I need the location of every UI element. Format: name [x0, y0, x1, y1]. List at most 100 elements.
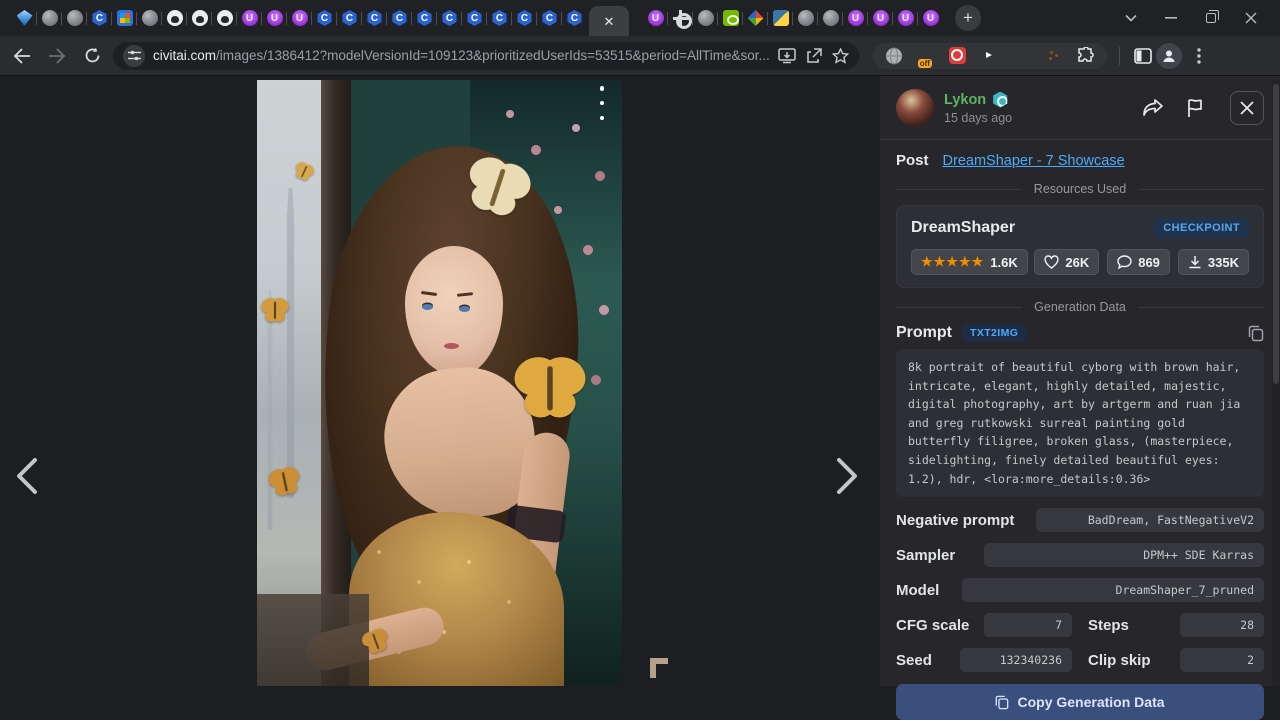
- browser-tab-civitai[interactable]: [487, 4, 512, 32]
- likes-pill[interactable]: 26K: [1034, 249, 1099, 275]
- clip-skip-value[interactable]: 2: [1180, 648, 1264, 672]
- copy-generation-data-button[interactable]: Copy Generation Data: [896, 684, 1264, 720]
- url-text[interactable]: civitai.com/images/1386412?modelVersionI…: [153, 48, 770, 63]
- rating-pill[interactable]: ★★★★★ 1.6K: [911, 249, 1028, 275]
- ultra-favicon-icon: [648, 10, 664, 26]
- browser-tab-ultra[interactable]: [918, 4, 943, 32]
- close-panel-button[interactable]: [1230, 91, 1264, 125]
- reload-button[interactable]: [79, 43, 105, 69]
- browser-tab-ultra[interactable]: [893, 4, 918, 32]
- user-avatar[interactable]: [896, 89, 934, 127]
- forward-button[interactable]: [44, 43, 70, 69]
- active-tab[interactable]: ✕: [589, 6, 629, 36]
- browser-tab-civitai[interactable]: [562, 4, 587, 32]
- panel-scrollbar[interactable]: [1272, 80, 1280, 686]
- browser-tab-civitai[interactable]: [512, 4, 537, 32]
- browser-tab-github[interactable]: [187, 4, 212, 32]
- browser-tab-github[interactable]: [162, 4, 187, 32]
- browser-tab-civitai[interactable]: [337, 4, 362, 32]
- minimize-button[interactable]: [1164, 11, 1178, 25]
- github-favicon-icon: [167, 10, 183, 26]
- extensions-puzzle-icon[interactable]: [1077, 47, 1095, 65]
- browser-tab-ultra[interactable]: [643, 4, 668, 32]
- browser-tab-github[interactable]: [212, 4, 237, 32]
- post-link[interactable]: DreamShaper - 7 Showcase: [943, 153, 1125, 169]
- image-options-kebab-icon[interactable]: [595, 86, 609, 120]
- copy-prompt-icon[interactable]: [1248, 325, 1264, 342]
- generated-image[interactable]: [257, 80, 622, 686]
- model-row: Model DreamShaper_7_pruned: [896, 578, 1264, 602]
- browser-tab-civitai[interactable]: [387, 4, 412, 32]
- browser-tab-globe[interactable]: [137, 4, 162, 32]
- browser-tab-globe[interactable]: [693, 4, 718, 32]
- browser-tab-python[interactable]: [768, 4, 793, 32]
- gear-favicon-icon: [673, 10, 689, 26]
- browser-tab-civitai[interactable]: [437, 4, 462, 32]
- browser-tab-globe[interactable]: [37, 4, 62, 32]
- restore-button[interactable]: [1204, 11, 1218, 25]
- share-icon[interactable]: [806, 48, 822, 64]
- browser-tab-ultra[interactable]: [843, 4, 868, 32]
- resource-card[interactable]: DreamShaper CHECKPOINT ★★★★★ 1.6K 26K 86…: [896, 205, 1264, 288]
- profile-avatar-button[interactable]: [1156, 43, 1182, 69]
- browser-tab-gem[interactable]: [12, 4, 37, 32]
- red-o-extension-icon[interactable]: [949, 47, 967, 65]
- username-link[interactable]: Lykon: [944, 92, 986, 108]
- tab-search-chevron-icon[interactable]: [1124, 11, 1138, 25]
- browser-tab-nvidia[interactable]: [718, 4, 743, 32]
- browser-tab-diamond[interactable]: [743, 4, 768, 32]
- browser-tab-globe[interactable]: [793, 4, 818, 32]
- browser-tab-civitai[interactable]: [87, 4, 112, 32]
- image-viewer-area: [0, 76, 880, 686]
- browser-tab-civitai[interactable]: [412, 4, 437, 32]
- browser-tab-ultra[interactable]: [287, 4, 312, 32]
- resource-name[interactable]: DreamShaper: [911, 219, 1015, 237]
- model-value[interactable]: DreamShaper_7_pruned: [962, 578, 1264, 602]
- butterfly-large: [509, 352, 591, 428]
- bookmark-star-icon[interactable]: [832, 48, 849, 64]
- browser-menu-kebab-icon[interactable]: [1186, 43, 1212, 69]
- report-flag-icon[interactable]: [1182, 95, 1208, 121]
- comments-pill[interactable]: 869: [1107, 249, 1170, 275]
- steps-value[interactable]: 28: [1180, 613, 1264, 637]
- gem-extension-icon[interactable]: [1013, 47, 1031, 65]
- browser-tab-store[interactable]: [112, 4, 137, 32]
- share-post-icon[interactable]: [1140, 95, 1166, 121]
- browser-tab-civitai[interactable]: [312, 4, 337, 32]
- txt2img-badge[interactable]: TXT2IMG: [962, 324, 1026, 342]
- back-button[interactable]: [9, 43, 35, 69]
- side-panel-icon[interactable]: [1130, 43, 1156, 69]
- address-bar[interactable]: civitai.com/images/1386412?modelVersionI…: [113, 42, 859, 70]
- cfg-scale-value[interactable]: 7: [984, 613, 1072, 637]
- ultra-favicon-icon: [242, 10, 258, 26]
- browser-tab-gear[interactable]: [668, 4, 693, 32]
- browser-tab-civitai[interactable]: [537, 4, 562, 32]
- prompt-text[interactable]: 8k portrait of beautiful cyborg with bro…: [896, 349, 1264, 497]
- browser-tab-ultra[interactable]: [237, 4, 262, 32]
- seed-value[interactable]: 132340236: [960, 648, 1072, 672]
- copy-icon: [995, 695, 1009, 710]
- browser-tab-ultra[interactable]: [262, 4, 287, 32]
- browser-tab-globe[interactable]: [818, 4, 843, 32]
- globe-extension-icon[interactable]: [885, 47, 903, 65]
- browser-tab-civitai[interactable]: [362, 4, 387, 32]
- negative-prompt-value[interactable]: BadDream, FastNegativeV2: [1036, 508, 1264, 532]
- scrollbar-thumb[interactable]: [1273, 84, 1279, 384]
- sampler-value[interactable]: DPM++ SDE Karras: [984, 543, 1264, 567]
- sphere-extension-icon[interactable]: [981, 47, 999, 65]
- new-tab-button[interactable]: +: [955, 5, 981, 31]
- checkpoint-badge[interactable]: CHECKPOINT: [1154, 218, 1249, 238]
- browser-tab-civitai[interactable]: [462, 4, 487, 32]
- browser-tab-ultra[interactable]: [868, 4, 893, 32]
- downloads-pill[interactable]: 335K: [1178, 249, 1249, 275]
- install-icon[interactable]: [778, 48, 796, 64]
- browser-tab-globe[interactable]: [62, 4, 87, 32]
- previous-image-button[interactable]: [4, 448, 48, 504]
- close-window-button[interactable]: [1244, 11, 1258, 25]
- sampler-row: Sampler DPM++ SDE Karras: [896, 543, 1264, 567]
- site-settings-icon[interactable]: [123, 45, 145, 67]
- cookie-extension-icon[interactable]: [1045, 47, 1063, 65]
- next-image-button[interactable]: [826, 448, 870, 504]
- flame-off-extension-icon[interactable]: off: [917, 47, 935, 65]
- tab-close-icon[interactable]: ✕: [604, 15, 615, 28]
